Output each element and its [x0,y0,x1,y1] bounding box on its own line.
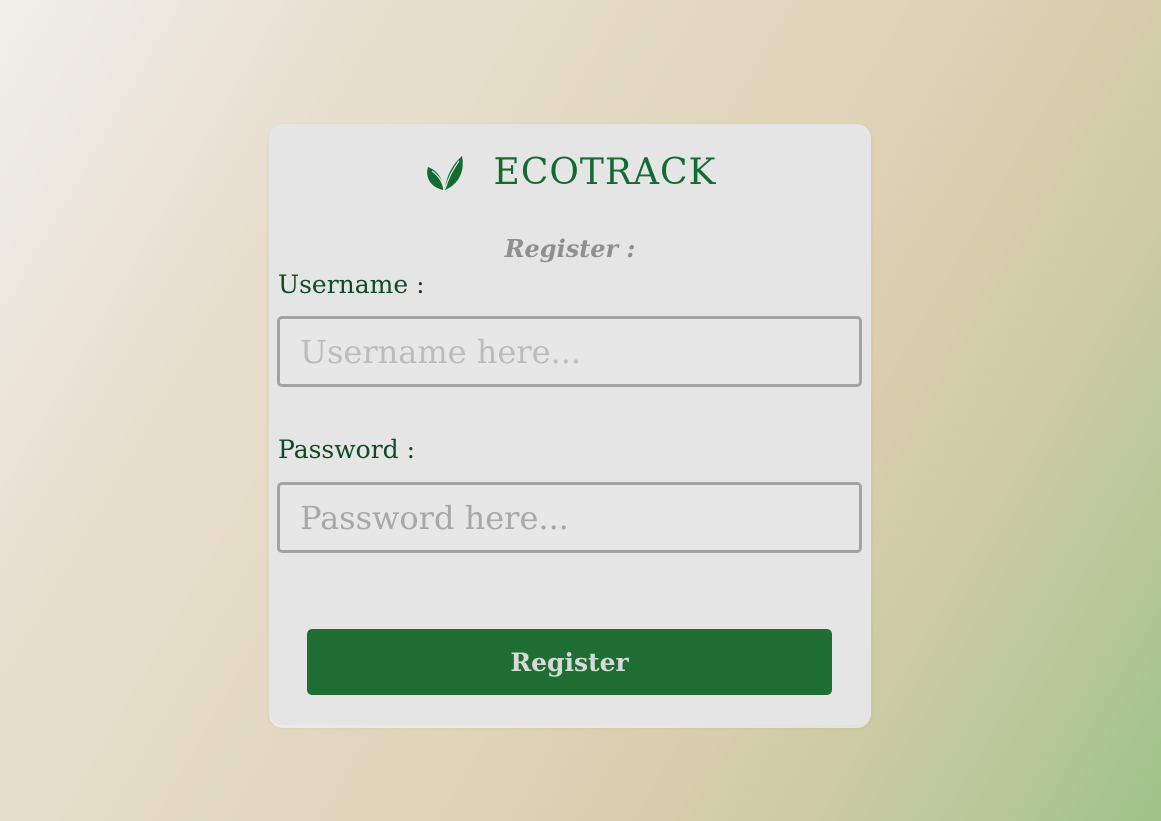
username-label: Username : [278,270,425,299]
password-label: Password : [278,435,416,464]
form-title: Register : [504,234,636,263]
leaf-icon [424,153,464,193]
brand-header: ECOTRACK [269,150,871,196]
register-card: ECOTRACK Register : Username : Password … [269,124,871,725]
username-input[interactable] [277,316,862,387]
brand-name: ECOTRACK [493,152,717,193]
register-button[interactable]: Register [307,629,832,695]
password-input[interactable] [277,482,862,553]
